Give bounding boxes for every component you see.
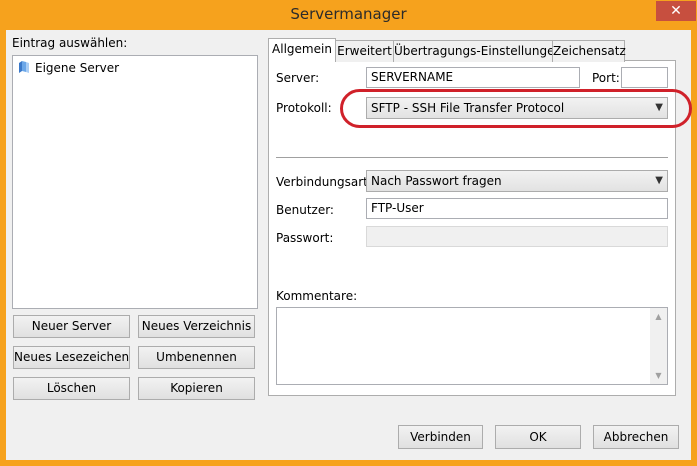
connect-button[interactable]: Verbinden xyxy=(398,425,483,449)
comments-scrollbar[interactable]: ▲ ▼ xyxy=(650,308,667,384)
close-icon: ✕ xyxy=(670,3,682,19)
user-label: Benutzer: xyxy=(276,203,334,217)
port-input[interactable] xyxy=(621,67,668,88)
comments-label: Kommentare: xyxy=(276,289,358,303)
new-folder-button[interactable]: Neues Verzeichnis xyxy=(138,315,255,338)
logon-type-select-value: Nach Passwort fragen xyxy=(371,174,502,188)
user-input[interactable]: FTP-User xyxy=(366,198,668,219)
chevron-down-icon: ▼ xyxy=(655,175,663,186)
separator xyxy=(276,157,668,158)
entry-select-label: Eintrag auswählen: xyxy=(12,36,128,50)
delete-button[interactable]: Löschen xyxy=(13,377,130,400)
tab-transfer-settings[interactable]: Übertragungs-Einstellungen xyxy=(393,40,562,62)
tab-charset[interactable]: Zeichensatz xyxy=(552,40,626,62)
new-bookmark-button[interactable]: Neues Lesezeichen xyxy=(13,346,130,369)
password-input[interactable] xyxy=(366,226,668,247)
tab-general[interactable]: Allgemein xyxy=(268,38,336,62)
new-server-button[interactable]: Neuer Server xyxy=(13,315,130,338)
scroll-up-icon[interactable]: ▲ xyxy=(650,308,667,325)
comments-textarea[interactable]: ▲ ▼ xyxy=(276,307,668,385)
window-title: Servermanager xyxy=(290,5,407,23)
protocol-label: Protokoll: xyxy=(276,101,332,115)
rename-button[interactable]: Umbenennen xyxy=(138,346,255,369)
tab-advanced[interactable]: Erweitert xyxy=(335,40,394,62)
folder-icon xyxy=(19,61,29,73)
password-label: Passwort: xyxy=(276,231,334,245)
server-tree[interactable]: Eigene Server xyxy=(12,55,258,309)
server-input[interactable]: SERVERNAME xyxy=(366,67,580,88)
ok-button[interactable]: OK xyxy=(495,425,581,449)
logon-type-label: Verbindungsart: xyxy=(276,175,372,189)
close-button[interactable]: ✕ xyxy=(656,1,696,21)
port-label: Port: xyxy=(592,71,620,85)
protocol-highlight-annotation xyxy=(340,89,692,128)
server-label: Server: xyxy=(276,71,320,85)
logon-type-select[interactable]: Nach Passwort fragen ▼ xyxy=(366,170,668,192)
scroll-down-icon[interactable]: ▼ xyxy=(650,367,667,384)
copy-button[interactable]: Kopieren xyxy=(138,377,255,400)
tree-item-label: Eigene Server xyxy=(35,61,120,75)
tree-item-own-servers[interactable]: Eigene Server xyxy=(17,59,119,77)
cancel-button[interactable]: Abbrechen xyxy=(593,425,679,449)
